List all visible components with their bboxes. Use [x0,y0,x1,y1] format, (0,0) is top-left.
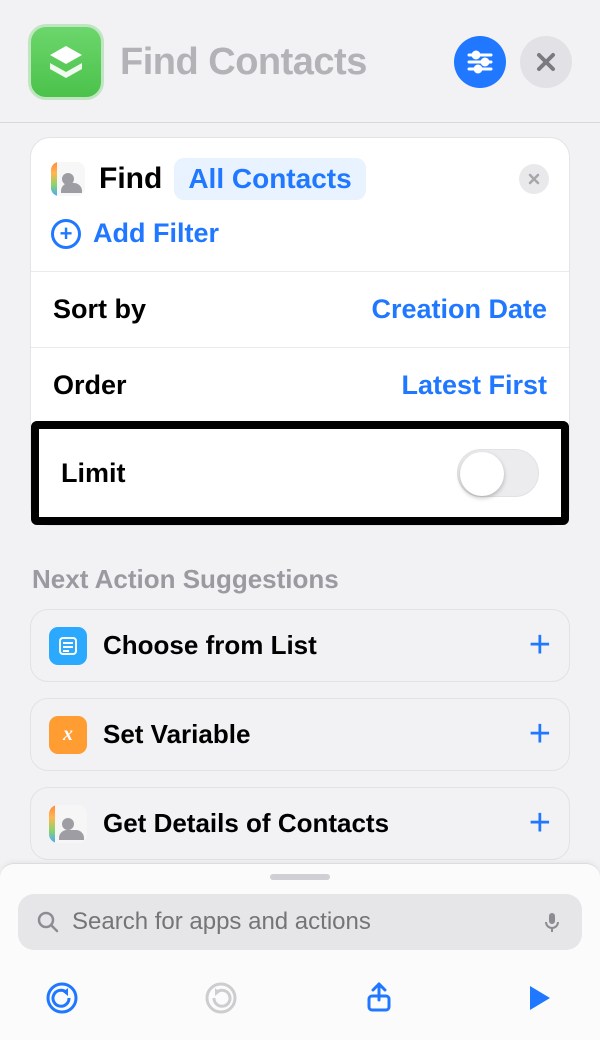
toggle-knob [460,452,504,496]
redo-icon [203,980,239,1016]
add-suggestion-button[interactable]: + [529,624,551,667]
limit-row: Limit [39,429,561,517]
close-icon [531,47,561,77]
share-button[interactable] [357,976,401,1020]
undo-button[interactable] [40,976,84,1020]
add-filter-button[interactable]: + Add Filter [31,212,569,271]
bottom-sheet [0,863,600,1040]
variable-icon: x [49,716,87,754]
find-contacts-action-card: Find All Contacts + Add Filter Sort by C… [30,137,570,526]
remove-action-button[interactable] [519,164,549,194]
limit-label: Limit [61,458,126,489]
find-label: Find [99,162,162,196]
suggestion-choose-from-list[interactable]: Choose from List + [30,609,570,682]
toolbar [18,950,582,1040]
sliders-icon [465,47,495,77]
close-button[interactable] [520,36,572,88]
action-header: Find All Contacts [31,138,569,212]
sort-by-value: Creation Date [371,294,547,325]
suggestion-get-details-of-contacts[interactable]: Get Details of Contacts + [30,787,570,860]
plus-circle-icon: + [51,219,81,249]
sort-by-label: Sort by [53,294,146,325]
suggestion-set-variable[interactable]: x Set Variable + [30,698,570,771]
close-icon [527,172,541,186]
contacts-icon [49,805,87,843]
settings-button[interactable] [454,36,506,88]
next-action-suggestions-title: Next Action Suggestions [32,564,568,595]
order-row[interactable]: Order Latest First [31,347,569,423]
undo-icon [44,980,80,1016]
search-field[interactable] [18,894,582,950]
contacts-icon [51,162,85,196]
order-value: Latest First [401,370,547,401]
play-icon [520,980,556,1016]
list-icon [49,627,87,665]
suggestion-label: Get Details of Contacts [103,808,529,839]
add-suggestion-button[interactable]: + [529,713,551,756]
target-contacts-pill[interactable]: All Contacts [174,158,365,200]
search-icon [36,910,60,934]
add-suggestion-button[interactable]: + [529,802,551,845]
add-filter-label: Add Filter [93,218,219,249]
app-icon [28,24,104,100]
limit-toggle[interactable] [457,449,539,497]
share-icon [361,980,397,1016]
sort-by-row[interactable]: Sort by Creation Date [31,271,569,347]
suggestion-label: Set Variable [103,719,529,750]
suggestion-label: Choose from List [103,630,529,661]
microphone-icon[interactable] [540,910,564,934]
header: Find Contacts [0,0,600,123]
order-label: Order [53,370,127,401]
drag-handle[interactable] [270,874,330,880]
page-title: Find Contacts [120,41,440,84]
run-button[interactable] [516,976,560,1020]
search-input[interactable] [72,908,528,936]
redo-button [199,976,243,1020]
